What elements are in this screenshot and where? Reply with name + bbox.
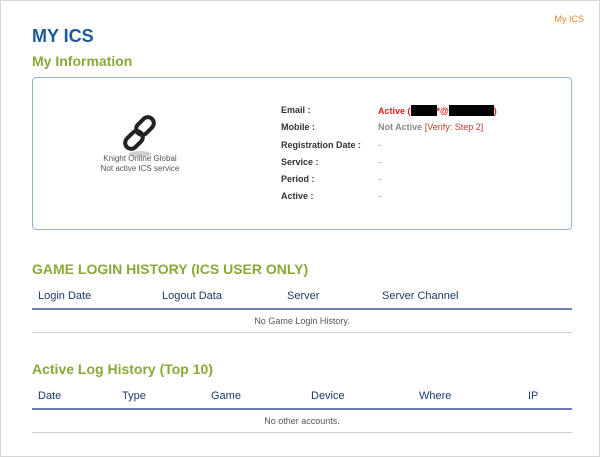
column-game: Game [211,390,241,402]
table-header: Login Date Logout Data Server Server Cha… [32,284,572,310]
my-ics-link[interactable]: My ICS [554,14,584,24]
table-header: Date Type Game Device Where IP [32,384,572,410]
active-value: - [378,191,381,202]
active-log-history-table: Date Type Game Device Where IP No other … [32,384,572,433]
redacted-email-domain [448,105,494,116]
email-value: Active ( *@) [378,105,497,116]
game-login-history-table: Login Date Logout Data Server Server Cha… [32,284,572,333]
my-information-panel: Knight Online Global Not active ICS serv… [32,77,572,230]
column-type: Type [122,390,146,402]
mobile-status: Not Active [378,122,423,133]
column-server-channel: Server Channel [382,290,459,302]
service-avatar: Knight Online Global Not active ICS serv… [85,114,195,174]
period-value: - [378,174,381,185]
registration-date-label: Registration Date : [281,139,362,150]
column-ip: IP [528,390,539,402]
column-logout-data: Logout Data [162,290,222,302]
registration-date-value: - [378,139,381,150]
avatar-caption-line2: Not active ICS service [100,164,180,173]
empty-message: No other accounts. [32,410,572,433]
column-where: Where [419,390,452,402]
mobile-value: Not Active [Verify: Step 2] [378,122,483,132]
column-device: Device [311,390,345,402]
game-login-history-heading: GAME LOGIN HISTORY (ICS USER ONLY) [32,261,309,277]
verify-step-link[interactable]: [Verify: Step 2] [425,122,484,132]
active-log-history-heading: Active Log History (Top 10) [32,361,213,377]
service-label: Service : [281,156,319,167]
active-label: Active : [281,191,314,202]
empty-message: No Game Login History. [32,310,572,333]
service-value: - [378,156,381,167]
page-title: MY ICS [32,26,94,46]
broken-link-icon [123,115,156,157]
email-close: ) [493,106,497,116]
mobile-label: Mobile : [281,122,315,133]
column-server: Server [287,290,320,302]
column-date: Date [38,390,62,402]
email-at: *@ [436,106,449,116]
my-information-heading: My Information [32,53,133,69]
email-status: Active ( [378,106,411,116]
email-label: Email : [281,105,311,115]
redacted-email-user [410,105,437,116]
avatar-caption-line1: Knight Online Global [103,154,177,163]
column-login-date: Login Date [38,290,92,302]
period-label: Period : [281,174,315,185]
